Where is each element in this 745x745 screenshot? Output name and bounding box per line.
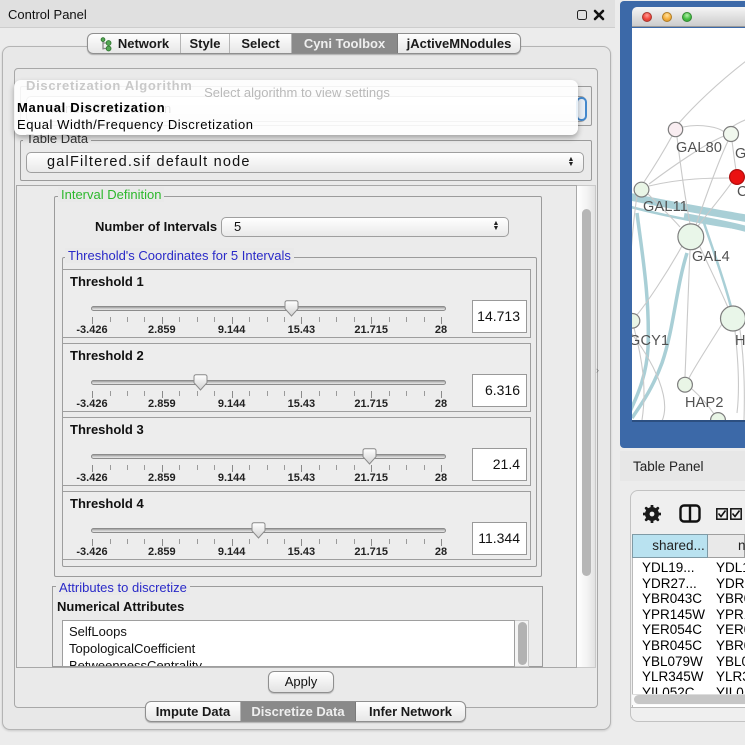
svg-text:C: C xyxy=(737,184,745,200)
svg-text:GCY1: GCY1 xyxy=(632,333,669,349)
svg-text:H: H xyxy=(735,333,745,349)
svg-text:HAP2: HAP2 xyxy=(685,395,724,411)
svg-text:GA: GA xyxy=(735,146,745,162)
svg-text:GAL4: GAL4 xyxy=(692,249,730,265)
svg-text:GAL11: GAL11 xyxy=(643,199,688,215)
svg-text:GAL80: GAL80 xyxy=(676,140,722,156)
